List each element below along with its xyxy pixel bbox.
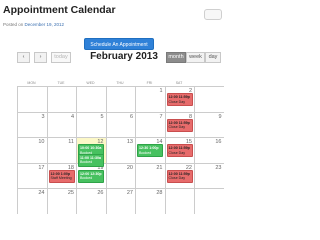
day-cell[interactable]: 16 [194,137,224,163]
calendar-event[interactable]: 12:00 11:59p Close Day [166,144,193,158]
chevron-right-icon: › [39,54,42,60]
event-title: Booked [80,160,93,165]
day-name-header: SAT [175,81,183,85]
event-time: 12:00 11:59p [168,95,190,99]
day-cell[interactable]: 26 [76,188,106,214]
day-name-header: TUE [57,81,65,85]
posted-meta: Posted on December 19, 2012 [3,22,64,27]
day-number: 7 [159,113,163,120]
day-cell[interactable] [17,86,47,112]
day-number: 13 [126,139,133,145]
day-cell[interactable]: 27 [105,188,135,214]
schedule-appointment-button[interactable]: Schedule An Appointment [84,38,154,50]
event-title: Booked [139,150,152,155]
day-number: 20 [126,164,133,171]
day-cell[interactable] [194,86,224,112]
day-number: 11 [68,139,74,145]
day-cell[interactable]: 23 [194,162,224,188]
calendar-event[interactable]: 12:00 11:59p Close Day [166,118,193,132]
day-cell[interactable] [105,86,135,112]
event-title: Close Day [168,150,186,155]
view-day-button[interactable]: day [205,52,221,63]
day-cell[interactable]: 10 [17,137,47,163]
day-cell[interactable]: 21 [135,162,165,188]
day-cell[interactable]: 28 [135,188,165,214]
chevron-left-icon: ‹ [22,54,25,60]
posted-prefix: Posted on [3,22,24,27]
day-cell[interactable]: 1 [135,86,165,112]
calendar-event[interactable]: 11:00 11:30a Booked [78,153,104,167]
day-number: 24 [38,190,45,196]
day-number: 16 [215,139,222,145]
event-title: Close Day [168,176,186,181]
day-number: 17 [38,164,45,171]
event-title: Close Day [168,125,186,130]
day-number: 3 [41,113,45,120]
day-name-header: MON [27,81,36,85]
day-number: 5 [100,113,104,120]
calendar-event[interactable]: 12:00 11:59p Close Day [166,93,193,107]
day-cell[interactable]: 13 [105,137,135,163]
day-name-header: THU [116,81,124,85]
prev-month-button[interactable]: ‹ [17,52,30,63]
today-button[interactable]: today [51,52,71,63]
day-number: 4 [70,113,74,120]
day-cell[interactable]: 17 [17,162,47,188]
day-number: 9 [218,113,222,120]
comment-bubble-icon[interactable] [204,9,222,20]
day-number: 10 [38,139,45,145]
day-number: 28 [156,190,163,196]
calendar-event[interactable]: 12:00 12:30p Booked [78,169,104,183]
view-month-button[interactable]: month [166,52,186,63]
day-cell[interactable]: 3 [17,111,47,137]
day-name-header: WED [86,81,95,85]
event-time: 12:30 1:00p [139,146,159,150]
day-cell[interactable] [76,86,106,112]
day-cell[interactable]: 7 [135,111,165,137]
day-cell[interactable]: 25 [46,188,76,214]
event-time: 10:00 10:30a [80,146,102,150]
day-number: 26 [97,190,104,196]
view-week-button[interactable]: week [186,52,205,63]
event-time: 12:00 11:59p [168,146,190,150]
calendar-event[interactable]: 12:00 11:59p Close Day [166,169,193,183]
calendar-event[interactable]: 12:00 1:00p Staff Meeting [48,169,75,183]
day-cell[interactable]: 20 [105,162,135,188]
day-cell[interactable]: 9 [194,111,224,137]
page-title: Appointment Calendar [3,4,116,16]
day-number: 6 [129,113,133,120]
calendar-event[interactable]: 12:30 1:00p Booked [137,144,163,158]
day-cell[interactable]: 4 [46,111,76,137]
month-calendar-grid: MON TUE WED THU FRI SAT 1 2 3 4 5 6 7 8 9 10 11 12 13 14 15 1… [17,81,225,214]
day-cell[interactable]: 11 [46,137,76,163]
day-cell[interactable] [164,188,194,214]
day-name-header: FRI [146,81,153,85]
event-title: Close Day [168,99,186,104]
day-number: 23 [215,164,222,171]
posted-date-link[interactable]: December 19, 2012 [25,22,65,27]
day-number: 1 [159,88,163,94]
day-cell[interactable]: 6 [105,111,135,137]
event-title: Staff Meeting [50,176,72,181]
day-cell[interactable]: 5 [76,111,106,137]
day-cell[interactable]: 24 [17,188,47,214]
next-month-button[interactable]: › [34,52,47,63]
day-cell[interactable] [194,188,224,214]
day-number: 25 [67,190,74,196]
event-title: Booked [80,176,93,181]
day-number: 27 [126,190,133,196]
calendar-month-title: February 2013 [90,51,158,62]
day-number: 21 [156,164,163,171]
day-cell[interactable] [46,86,76,112]
